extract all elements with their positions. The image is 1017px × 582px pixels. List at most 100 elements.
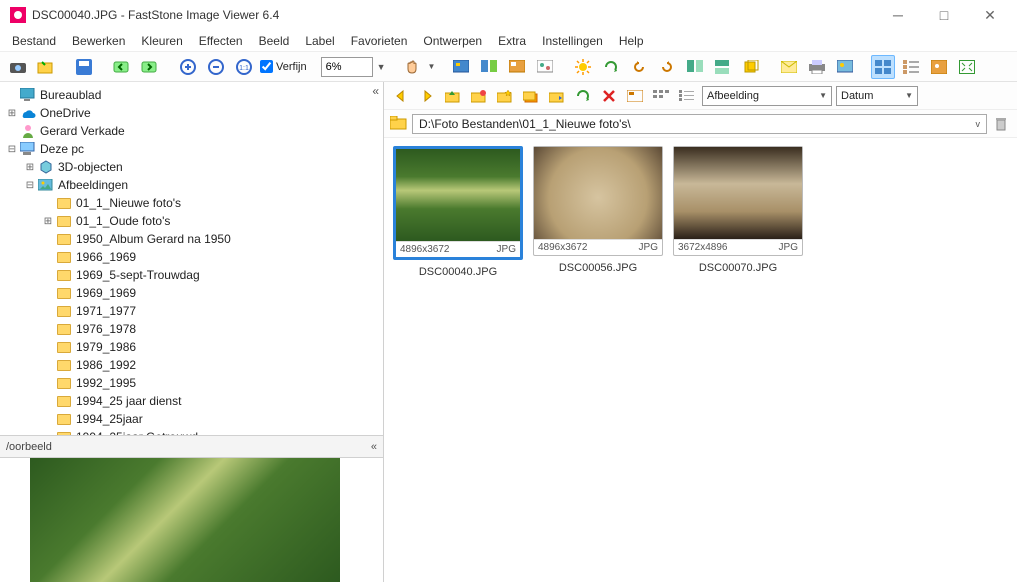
compare-icon[interactable] [477, 55, 501, 79]
folder-new-icon[interactable] [468, 85, 490, 107]
settings-sun-icon[interactable] [571, 55, 595, 79]
save-icon[interactable] [72, 55, 96, 79]
folder-tree[interactable]: « Bureaublad⊞OneDriveGerard Verkade⊟Deze… [0, 82, 383, 436]
tree-expander-icon[interactable]: ⊟ [24, 180, 36, 191]
tree-item[interactable]: ⊞ 01_1_Oude foto's [2, 212, 381, 230]
view-mode3-icon[interactable] [676, 85, 698, 107]
hand-dropdown-icon[interactable]: ▼ [428, 62, 436, 71]
nav-forward-icon[interactable] [138, 55, 162, 79]
tree-item[interactable]: Bureaublad [2, 86, 381, 104]
address-input[interactable]: D:\Foto Bestanden\01_1_Nieuwe foto's\ v [412, 114, 987, 134]
tree-item[interactable]: 1971_1977 [2, 302, 381, 320]
tile-icon[interactable] [505, 55, 529, 79]
menu-bewerken[interactable]: Bewerken [64, 32, 133, 50]
menu-beeld[interactable]: Beeld [251, 32, 298, 50]
zoom-out-icon[interactable] [204, 55, 228, 79]
view-single-icon[interactable] [927, 55, 951, 79]
zoom-in-icon[interactable] [176, 55, 200, 79]
acquire-icon[interactable] [6, 55, 30, 79]
minimize-button[interactable]: ─ [875, 0, 921, 30]
tree-item[interactable]: 01_1_Nieuwe foto's [2, 194, 381, 212]
flip-h-icon[interactable] [683, 55, 707, 79]
tree-item[interactable]: 1994_25jaar Getrouwd [2, 428, 381, 436]
tree-item[interactable]: 1976_1978 [2, 320, 381, 338]
open-folder-icon[interactable] [34, 55, 58, 79]
zoom-input[interactable] [321, 57, 373, 77]
thumbnail-dimensions: 4896x3672 [538, 242, 588, 253]
slideshow-icon[interactable] [449, 55, 473, 79]
tree-item[interactable]: 1950_Album Gerard na 1950 [2, 230, 381, 248]
folder-up-icon[interactable] [442, 85, 464, 107]
tree-item[interactable]: 1979_1986 [2, 338, 381, 356]
delete-icon[interactable] [598, 85, 620, 107]
tree-item[interactable]: ⊟Afbeeldingen [2, 176, 381, 194]
zoom-dropdown-icon[interactable]: ▼ [377, 62, 386, 72]
view-thumbnails-icon[interactable] [871, 55, 895, 79]
nav-back2-icon[interactable] [390, 85, 412, 107]
dropdown-icon: ▼ [905, 91, 913, 100]
preview-collapse-icon[interactable]: « [371, 441, 377, 453]
tree-item[interactable]: ⊟Deze pc [2, 140, 381, 158]
tree-item[interactable]: 1986_1992 [2, 356, 381, 374]
contact-sheet-icon[interactable] [533, 55, 557, 79]
menu-favorieten[interactable]: Favorieten [343, 32, 416, 50]
menu-help[interactable]: Help [611, 32, 652, 50]
menu-kleuren[interactable]: Kleuren [133, 32, 190, 50]
clone-icon[interactable] [739, 55, 763, 79]
view-mode1-icon[interactable] [624, 85, 646, 107]
nav-back-icon[interactable] [110, 55, 134, 79]
menu-bestand[interactable]: Bestand [4, 32, 64, 50]
tree-item[interactable]: 1969_5-sept-Trouwdag [2, 266, 381, 284]
flip-v-icon[interactable] [711, 55, 735, 79]
tree-item[interactable]: 1969_1969 [2, 284, 381, 302]
menu-extra[interactable]: Extra [490, 32, 534, 50]
rotate-left-icon[interactable] [627, 55, 651, 79]
refine-checkbox[interactable]: Verfijn [260, 60, 307, 73]
folder-copy-icon[interactable] [520, 85, 542, 107]
tree-item[interactable]: 1966_1969 [2, 248, 381, 266]
folder-fav-icon[interactable] [494, 85, 516, 107]
tree-item[interactable]: Gerard Verkade [2, 122, 381, 140]
nav-forward2-icon[interactable] [416, 85, 438, 107]
maximize-button[interactable]: □ [921, 0, 967, 30]
zoom-actual-icon[interactable]: 1:1 [232, 55, 256, 79]
sort-order-select[interactable]: Datum ▼ [836, 86, 918, 106]
thumbnail[interactable]: 4896x3672JPGDSC00040.JPG [392, 146, 524, 278]
print-icon[interactable] [805, 55, 829, 79]
menu-instellingen[interactable]: Instellingen [534, 32, 611, 50]
menu-ontwerpen[interactable]: Ontwerpen [415, 32, 490, 50]
tree-item[interactable]: 1992_1995 [2, 374, 381, 392]
menu-effecten[interactable]: Effecten [191, 32, 251, 50]
tree-item-label: 01_1_Oude foto's [74, 214, 170, 228]
tree-item[interactable]: ⊞3D-objecten [2, 158, 381, 176]
thumbnail[interactable]: 3672x4896JPGDSC00070.JPG [672, 146, 804, 274]
thumbnail-area[interactable]: 4896x3672JPGDSC00040.JPG4896x3672JPGDSC0… [384, 138, 1017, 582]
wallpaper-icon[interactable] [833, 55, 857, 79]
email-icon[interactable] [777, 55, 801, 79]
3d-icon [38, 159, 54, 175]
sort-field-select[interactable]: Afbeelding ▼ [702, 86, 832, 106]
menu-label[interactable]: Label [297, 32, 342, 50]
tree-item[interactable]: 1994_25jaar [2, 410, 381, 428]
trash-icon[interactable] [991, 114, 1011, 134]
refresh-icon[interactable] [599, 55, 623, 79]
tree-item[interactable]: ⊞OneDrive [2, 104, 381, 122]
folder-move-icon[interactable] [546, 85, 568, 107]
address-dropdown-icon[interactable]: v [976, 119, 981, 129]
rotate-right-icon[interactable] [655, 55, 679, 79]
preview-image [30, 458, 340, 582]
tree-expander-icon[interactable]: ⊟ [6, 144, 18, 155]
close-button[interactable]: ✕ [967, 0, 1013, 30]
view-list-icon[interactable] [899, 55, 923, 79]
hand-tool-icon[interactable] [400, 55, 424, 79]
tree-item[interactable]: 1994_25 jaar dienst [2, 392, 381, 410]
refresh2-icon[interactable] [572, 85, 594, 107]
tree-expander-icon[interactable]: ⊞ [42, 216, 54, 227]
thumbnail[interactable]: 4896x3672JPGDSC00056.JPG [532, 146, 664, 274]
tree-collapse-icon[interactable]: « [372, 84, 379, 98]
tree-expander-icon[interactable]: ⊞ [24, 162, 36, 173]
fullscreen-icon[interactable] [955, 55, 979, 79]
view-mode2-icon[interactable] [650, 85, 672, 107]
tree-item-label: 1969_5-sept-Trouwdag [74, 268, 200, 282]
tree-expander-icon[interactable]: ⊞ [6, 108, 18, 119]
